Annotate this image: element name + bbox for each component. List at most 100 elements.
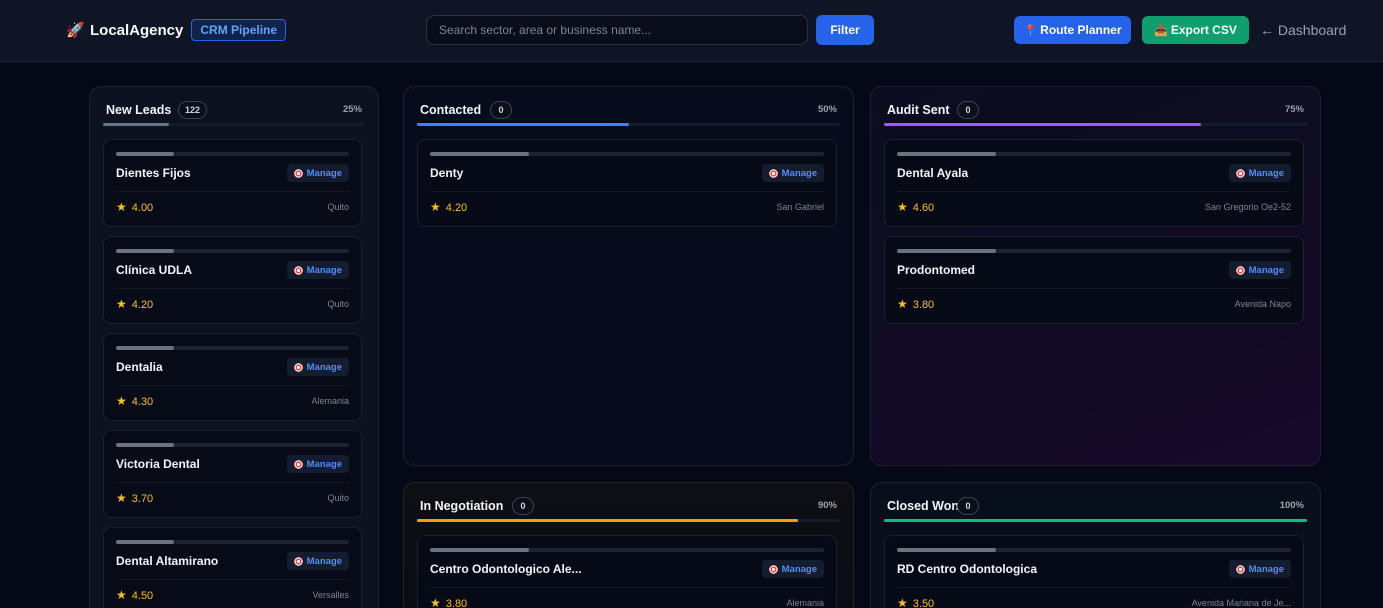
lead-rating: ★ 3.80 <box>897 297 934 311</box>
manage-label: Manage <box>306 458 342 470</box>
star-icon: ★ <box>430 200 441 214</box>
manage-label: Manage <box>781 167 817 179</box>
manage-button[interactable]: Manage <box>1228 164 1291 182</box>
lead-card[interactable]: RD Centro Odontologica Manage ★ 3.50 Avenida… <box>884 535 1304 608</box>
lead-rating: ★ 4.20 <box>430 200 467 214</box>
manage-button[interactable]: Manage <box>1228 560 1291 578</box>
manage-button[interactable]: Manage <box>286 261 349 279</box>
target-icon <box>1235 168 1245 178</box>
card-progress-track <box>430 548 824 552</box>
lead-area: Quito <box>327 493 349 503</box>
lead-card[interactable]: Dental Altamirano Manage ★ 4.50 Versalles <box>103 527 362 608</box>
star-icon: ★ <box>897 200 908 214</box>
column-count-badge: 0 <box>957 497 979 515</box>
lead-name: Prodontomed <box>897 263 975 277</box>
column-progress-track <box>884 519 1307 522</box>
lead-name: Dentalia <box>116 360 163 374</box>
brand-name: LocalAgency <box>90 21 184 39</box>
column-title: Contacted <box>420 103 482 117</box>
manage-label: Manage <box>781 563 817 575</box>
lead-card[interactable]: Dental Ayala Manage ★ 4.60 San Gregorio Oe2-… <box>884 139 1304 227</box>
card-divider <box>116 385 349 386</box>
card-progress-fill <box>116 346 175 350</box>
card-progress-fill <box>430 548 529 552</box>
manage-label: Manage <box>1248 167 1284 179</box>
route-planner-button[interactable]: 📍 Route Planner <box>1014 16 1131 44</box>
lead-card[interactable]: Dentalia Manage ★ 4.30 Alemania <box>103 333 362 421</box>
card-divider <box>430 191 824 192</box>
column-progress-fill <box>884 123 1202 126</box>
pin-icon: 📍 <box>1023 24 1038 37</box>
lead-name: Clínica UDLA <box>116 263 193 277</box>
search-box <box>426 15 808 45</box>
lead-card[interactable]: Dientes Fijos Manage ★ 4.00 Quito <box>103 139 362 227</box>
manage-label: Manage <box>1248 563 1284 575</box>
column-header: Contacted 0 50% <box>420 101 837 121</box>
manage-label: Manage <box>306 264 342 276</box>
card-divider <box>430 587 824 588</box>
card-progress-track <box>897 152 1291 156</box>
lead-rating: ★ 3.80 <box>430 596 467 608</box>
lead-rating: ★ 4.00 <box>116 200 153 214</box>
filter-button[interactable]: Filter <box>816 15 874 45</box>
lead-rating: ★ 4.50 <box>116 588 153 602</box>
star-icon: ★ <box>116 491 127 505</box>
manage-button[interactable]: Manage <box>286 552 349 570</box>
brand[interactable]: 🚀 LocalAgency CRM Pipeline <box>66 19 287 41</box>
manage-button[interactable]: Manage <box>286 164 349 182</box>
rating-value: 3.80 <box>912 299 935 311</box>
lead-card[interactable]: Victoria Dental Manage ★ 3.70 Quito <box>103 430 362 518</box>
card-divider <box>897 191 1291 192</box>
manage-button[interactable]: Manage <box>761 164 824 182</box>
lead-card[interactable]: Clínica UDLA Manage ★ 4.20 Quito <box>103 236 362 324</box>
star-icon: ★ <box>116 297 127 311</box>
target-icon <box>768 168 778 178</box>
manage-label: Manage <box>1248 264 1284 276</box>
manage-label: Manage <box>306 555 342 567</box>
lead-name: Centro Odontologico Ale... <box>430 562 582 576</box>
export-csv-label: Export CSV <box>1170 23 1237 37</box>
column-count-badge: 0 <box>957 101 979 119</box>
dashboard-link[interactable]: ← Dashboard <box>1260 22 1346 38</box>
target-icon <box>293 265 303 275</box>
card-divider <box>116 288 349 289</box>
lead-name: Dientes Fijos <box>116 166 191 180</box>
search-input[interactable] <box>427 16 807 44</box>
rocket-icon: 🚀 <box>66 22 85 39</box>
lead-area: San Gabriel <box>776 202 824 212</box>
lead-card[interactable]: Denty Manage ★ 4.20 San Gabriel <box>417 139 837 227</box>
target-icon <box>293 556 303 566</box>
column-percent: 25% <box>342 104 362 115</box>
card-progress-track <box>430 152 824 156</box>
manage-button[interactable]: Manage <box>761 560 824 578</box>
column-header: Closed Won 0 100% <box>887 497 1304 517</box>
column-progress-track <box>417 519 840 522</box>
lead-card[interactable]: Centro Odontologico Ale... Manage ★ 3.80 Ale… <box>417 535 837 608</box>
tray-icon: 📥 <box>1154 24 1168 37</box>
card-divider <box>116 482 349 483</box>
lead-name: RD Centro Odontologica <box>897 562 1037 576</box>
rating-value: 4.60 <box>912 202 935 214</box>
star-icon: ★ <box>430 596 441 608</box>
card-progress-track <box>897 548 1291 552</box>
lead-area: Avenida Mariana de Je... <box>1191 598 1291 608</box>
rating-value: 4.20 <box>445 202 468 214</box>
column-percent: 100% <box>1279 500 1304 511</box>
lead-rating: ★ 4.30 <box>116 394 153 408</box>
manage-button[interactable]: Manage <box>1228 261 1291 279</box>
manage-button[interactable]: Manage <box>286 358 349 376</box>
lead-area: Avenida Napo <box>1234 299 1291 309</box>
column-percent: 50% <box>817 104 837 115</box>
column-progress-fill <box>417 123 629 126</box>
column-new-leads: New Leads 122 25% Dientes Fijos Manage ★ 4.00 Q… <box>89 86 379 608</box>
manage-button[interactable]: Manage <box>286 455 349 473</box>
lead-area: Alemania <box>311 396 349 406</box>
column-header: Audit Sent 0 75% <box>887 101 1304 121</box>
lead-area: Quito <box>327 299 349 309</box>
lead-area: Versalles <box>312 590 349 600</box>
card-progress-fill <box>116 540 175 544</box>
export-csv-button[interactable]: 📥 Export CSV <box>1142 16 1249 44</box>
column-progress-track <box>103 123 365 126</box>
lead-name: Dental Ayala <box>897 166 969 180</box>
lead-card[interactable]: Prodontomed Manage ★ 3.80 Avenida Napo <box>884 236 1304 324</box>
